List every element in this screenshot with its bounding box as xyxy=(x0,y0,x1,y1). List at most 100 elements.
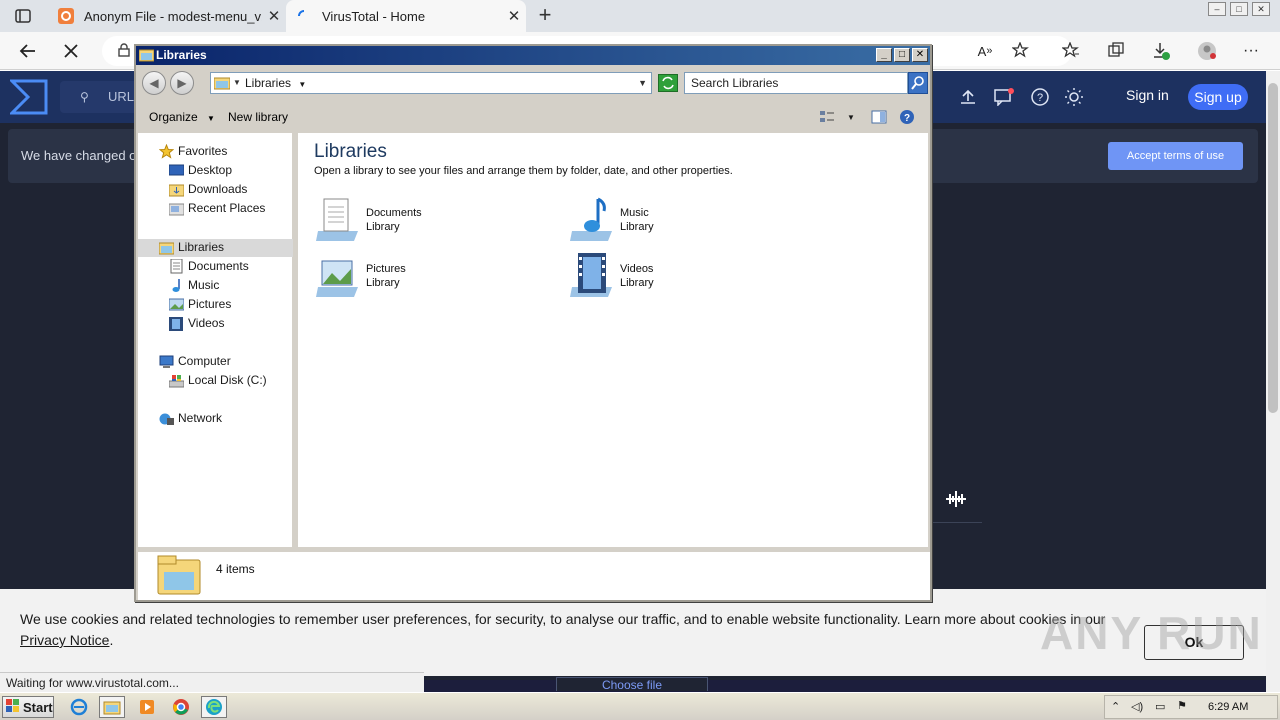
library-music[interactable]: Music Library xyxy=(568,195,768,245)
tab-anonym-file[interactable]: Anonym File - modest-menu_v1. ✕ xyxy=(48,0,286,32)
nav-pictures[interactable]: Pictures xyxy=(168,296,231,313)
library-documents[interactable]: Documents Library xyxy=(314,195,514,245)
nav-computer[interactable]: Computer xyxy=(158,353,231,370)
view-options-chevron-icon[interactable]: ▼ xyxy=(842,109,860,125)
close-tab-icon[interactable]: ✕ xyxy=(502,7,526,25)
nav-desktop[interactable]: Desktop xyxy=(168,162,232,179)
cookie-period: . xyxy=(109,632,114,648)
organize-menu[interactable]: Organize ▼ xyxy=(149,110,215,124)
nav-local-disk[interactable]: Local Disk (C:) xyxy=(168,372,267,389)
theme-toggle-icon[interactable] xyxy=(1064,87,1084,107)
accept-terms-button[interactable]: Accept terms of use xyxy=(1108,142,1243,170)
maximize-icon[interactable]: □ xyxy=(894,48,910,62)
fingerprint-icon[interactable] xyxy=(944,489,968,509)
privacy-notice-link[interactable]: Privacy Notice xyxy=(20,632,109,648)
windows-taskbar: Start ⌃ ◁) ▭ ⚑ 6:29 AM xyxy=(0,692,1280,720)
virustotal-logo-icon[interactable] xyxy=(8,79,48,115)
chrome-icon[interactable] xyxy=(168,696,194,718)
scrollbar-thumb[interactable] xyxy=(1268,83,1278,413)
breadcrumb-arrow-icon[interactable]: ▼ xyxy=(298,80,306,89)
tab-actions-icon[interactable] xyxy=(12,6,34,26)
search-icon[interactable] xyxy=(908,72,928,94)
tab-virustotal[interactable]: VirusTotal - Home ✕ xyxy=(286,0,526,32)
volume-icon[interactable]: ◁) xyxy=(1131,700,1143,713)
nav-favorites[interactable]: Favorites xyxy=(158,143,227,160)
nav-recent-places[interactable]: Recent Places xyxy=(168,200,265,217)
show-hidden-icons-icon[interactable]: ⌃ xyxy=(1111,700,1120,713)
nav-label: Libraries xyxy=(178,240,225,254)
nav-label: Desktop xyxy=(188,163,233,177)
profile-avatar-icon[interactable] xyxy=(1194,39,1220,63)
item-count: 4 items xyxy=(216,562,255,576)
nav-network[interactable]: Network xyxy=(158,410,222,427)
organize-label: Organize xyxy=(149,110,198,124)
nav-label: Downloads xyxy=(188,182,248,196)
window-title-bar[interactable]: Libraries _ □ ✕ xyxy=(136,46,930,65)
vt-search-input[interactable]: ⚲ URL xyxy=(60,81,140,113)
more-options-icon[interactable]: ··· xyxy=(1238,39,1264,63)
file-explorer-taskbar-icon[interactable] xyxy=(99,696,125,718)
pictures-library-icon xyxy=(314,251,362,299)
maximize-icon[interactable]: □ xyxy=(1230,2,1248,16)
internet-explorer-icon[interactable] xyxy=(66,696,92,718)
downloads-folder-icon xyxy=(168,182,184,197)
forward-arrow-icon[interactable]: ▶ xyxy=(170,71,194,95)
nav-label: Computer xyxy=(178,354,231,368)
favorites-icon[interactable] xyxy=(1058,39,1084,63)
help-icon[interactable]: ? xyxy=(1030,87,1050,107)
library-videos[interactable]: Videos Library xyxy=(568,251,768,301)
media-player-icon[interactable] xyxy=(134,696,160,718)
preview-pane-icon[interactable] xyxy=(870,109,888,125)
library-pictures[interactable]: Pictures Library xyxy=(314,251,514,301)
breadcrumb-arrow-icon[interactable]: ▼ xyxy=(233,73,241,93)
lock-icon xyxy=(118,43,130,60)
change-view-icon[interactable] xyxy=(818,109,836,125)
start-button[interactable]: Start xyxy=(2,696,54,718)
breadcrumb-libraries[interactable]: Libraries xyxy=(245,76,291,90)
address-breadcrumb[interactable]: ▼ Libraries ▼ ▼ xyxy=(210,72,652,94)
minimize-icon[interactable]: _ xyxy=(876,48,892,62)
close-icon[interactable]: ✕ xyxy=(912,48,928,62)
cookie-text: We use cookies and related technologies … xyxy=(20,609,1120,651)
choose-file-button[interactable]: Choose file xyxy=(556,677,708,692)
edge-icon[interactable] xyxy=(201,696,227,718)
loading-spinner-icon xyxy=(296,8,312,24)
add-favorite-icon[interactable] xyxy=(1008,39,1034,63)
nav-music[interactable]: Music xyxy=(168,277,219,294)
new-tab-button[interactable]: + xyxy=(534,4,556,26)
close-tab-icon[interactable]: ✕ xyxy=(262,7,286,25)
notifications-icon[interactable] xyxy=(994,87,1014,107)
nav-libraries[interactable]: Libraries xyxy=(158,239,224,256)
back-arrow-icon[interactable] xyxy=(15,39,41,63)
taskbar-clock[interactable]: 6:29 AM xyxy=(1208,701,1248,713)
terms-notice-text: We have changed o xyxy=(21,148,137,163)
divider xyxy=(928,522,982,523)
browser-status-bar: Waiting for www.virustotal.com... xyxy=(0,672,424,692)
minimize-icon[interactable]: – xyxy=(1208,2,1226,16)
nav-downloads[interactable]: Downloads xyxy=(168,181,247,198)
stop-loading-icon[interactable] xyxy=(58,39,84,63)
help-icon[interactable]: ? xyxy=(898,109,916,125)
nav-documents[interactable]: Documents xyxy=(168,258,249,275)
network-icon xyxy=(158,411,174,426)
network-status-icon[interactable]: ▭ xyxy=(1155,700,1165,713)
videos-icon xyxy=(168,316,184,331)
new-library-button[interactable]: New library xyxy=(228,110,288,124)
nav-label: Network xyxy=(178,411,223,425)
action-center-flag-icon[interactable]: ⚑ xyxy=(1177,699,1187,712)
sign-up-button[interactable]: Sign up xyxy=(1188,84,1248,110)
search-libraries-input[interactable]: Search Libraries xyxy=(684,72,908,94)
computer-icon xyxy=(158,354,174,369)
read-aloud-icon[interactable]: A» xyxy=(972,39,998,63)
nav-videos[interactable]: Videos xyxy=(168,315,224,332)
details-pane: 4 items xyxy=(138,550,930,600)
back-arrow-icon[interactable]: ◀ xyxy=(142,71,166,95)
upload-icon[interactable] xyxy=(958,87,978,107)
address-dropdown-icon[interactable]: ▼ xyxy=(638,73,647,93)
refresh-icon[interactable] xyxy=(658,74,678,92)
downloads-icon[interactable] xyxy=(1148,39,1174,63)
close-window-icon[interactable]: ✕ xyxy=(1252,2,1270,16)
sign-in-link[interactable]: Sign in xyxy=(1126,87,1169,103)
page-scrollbar[interactable] xyxy=(1266,71,1280,692)
collections-icon[interactable] xyxy=(1103,39,1129,63)
